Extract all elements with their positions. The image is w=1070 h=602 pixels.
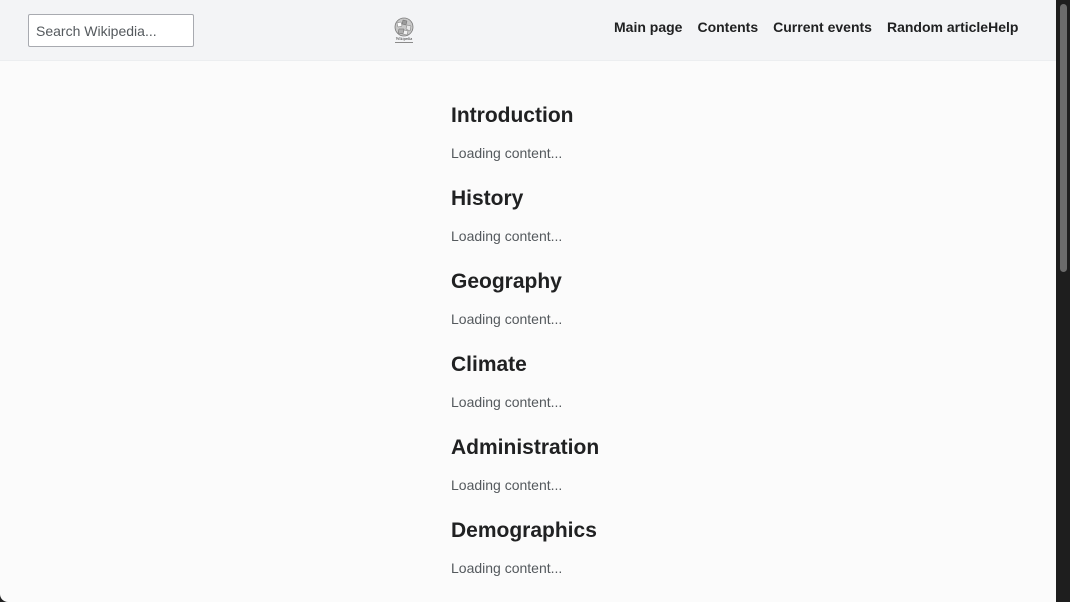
logo-wordmark: Wikipedia: [396, 36, 413, 41]
section-heading: History: [451, 187, 524, 210]
nav-main-page-link[interactable]: Main page: [614, 18, 682, 36]
section-geography: Geography Loading content...: [451, 270, 1011, 328]
section-body: Loading content...: [451, 394, 563, 410]
section-body: Loading content...: [451, 228, 563, 244]
section-history: History Loading content...: [451, 187, 1011, 245]
scrollbar-thumb[interactable]: [1060, 4, 1067, 272]
section-administration: Administration Loading content...: [451, 436, 1011, 494]
section-introduction: Introduction Loading content...: [451, 104, 1011, 162]
browser-viewport: Wikipedia Main page Contents Current eve…: [0, 0, 1056, 602]
section-body: Loading content...: [451, 560, 563, 576]
section-body: Loading content...: [451, 477, 563, 493]
section-heading: Introduction: [451, 104, 574, 127]
nav-current-events-link[interactable]: Current events: [773, 18, 872, 36]
wikipedia-logo-icon[interactable]: Wikipedia: [392, 17, 416, 45]
section-heading: Geography: [451, 270, 562, 293]
nav-contents-link[interactable]: Contents: [697, 18, 758, 36]
top-navigation: Main page Contents Current events Random…: [614, 18, 1018, 36]
search-input[interactable]: [28, 14, 194, 47]
section-body: Loading content...: [451, 145, 563, 161]
site-header: Wikipedia Main page Contents Current eve…: [0, 0, 1056, 61]
section-heading: Administration: [451, 436, 600, 459]
section-demographics: Demographics Loading content...: [451, 519, 1011, 577]
nav-help-link[interactable]: Help: [988, 18, 1018, 36]
article-content: Introduction Loading content... History …: [451, 104, 1011, 577]
nav-random-article-link[interactable]: Random article: [887, 18, 988, 36]
section-heading: Demographics: [451, 519, 597, 542]
section-climate: Climate Loading content...: [451, 353, 1011, 411]
section-body: Loading content...: [451, 311, 563, 327]
section-heading: Climate: [451, 353, 527, 376]
